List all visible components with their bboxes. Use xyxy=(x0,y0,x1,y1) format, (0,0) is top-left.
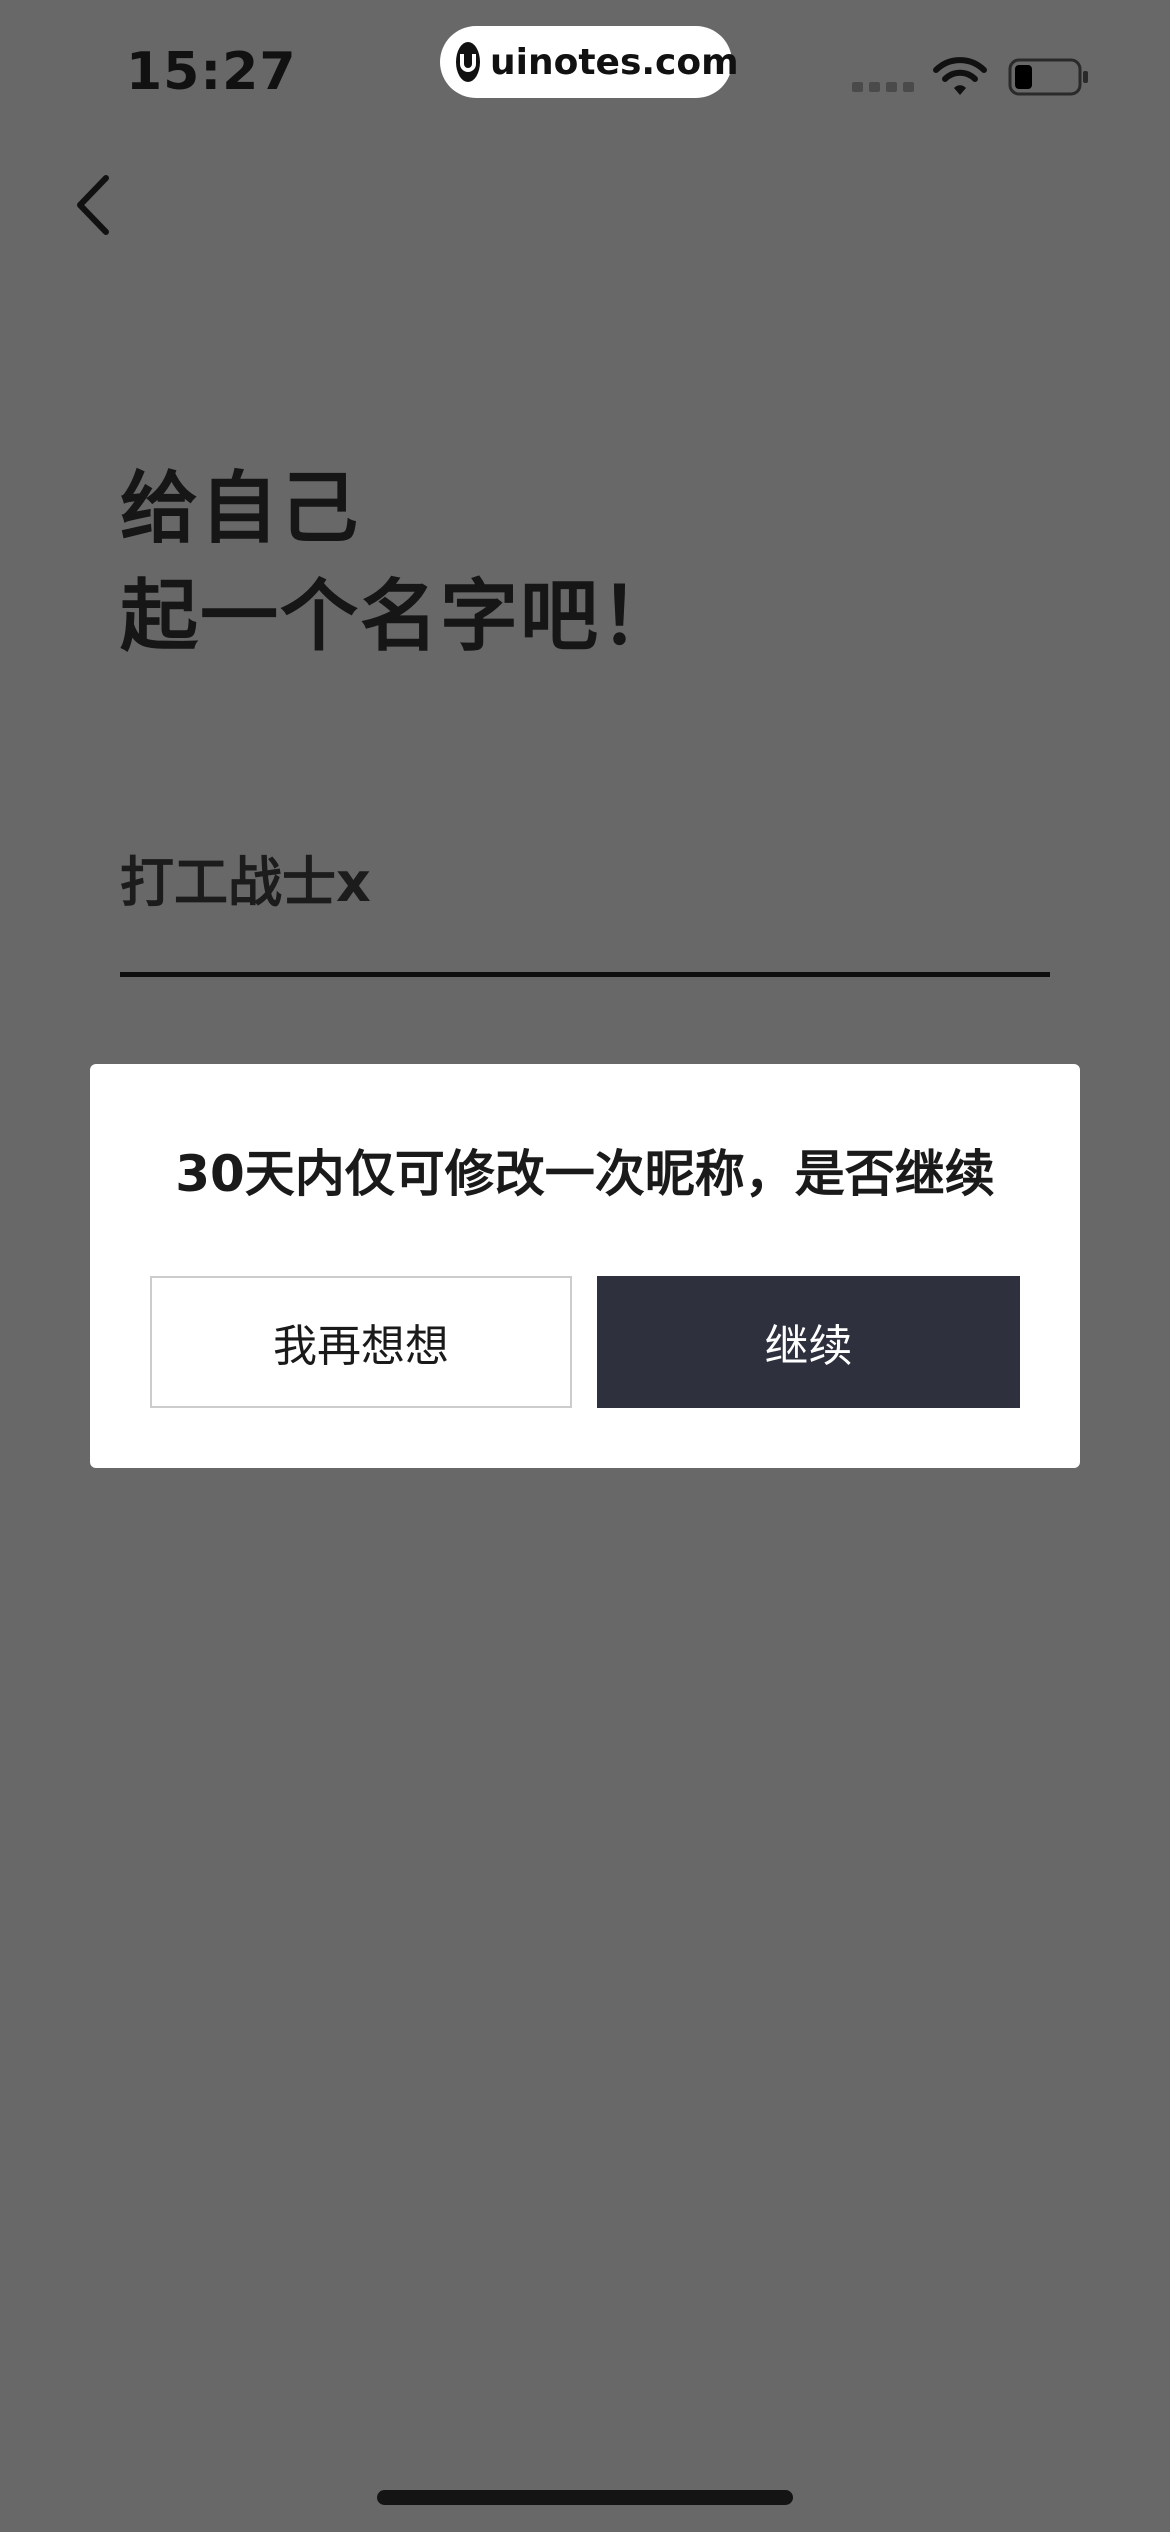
page-title: 给自己 起一个名字吧！ xyxy=(120,455,1020,671)
dialog-message: 30天内仅可修改一次昵称，是否继续 xyxy=(175,1145,995,1203)
watermark-text: uinotes.com xyxy=(490,41,739,83)
page-title-line-1: 给自己 xyxy=(120,464,361,554)
battery-icon xyxy=(1008,58,1088,96)
nickname-input[interactable]: 打工战士x xyxy=(120,838,371,917)
chevron-left-icon xyxy=(77,175,109,235)
rethink-button[interactable]: 我再想想 xyxy=(150,1276,572,1408)
page-title-line-2: 起一个名字吧！ xyxy=(120,572,681,662)
status-time: 15:27 xyxy=(126,42,297,102)
wifi-icon xyxy=(933,57,987,95)
home-indicator[interactable] xyxy=(377,2490,793,2505)
signal-icon xyxy=(852,82,914,92)
watermark-badge: uinotes.com xyxy=(440,26,739,98)
nickname-underline xyxy=(120,972,1050,977)
confirm-dialog: 30天内仅可修改一次昵称，是否继续 我再想想 继续 xyxy=(90,1064,1080,1468)
watermark-logo-icon xyxy=(456,42,480,82)
continue-button[interactable]: 继续 xyxy=(597,1276,1020,1408)
back-button[interactable] xyxy=(62,170,122,240)
